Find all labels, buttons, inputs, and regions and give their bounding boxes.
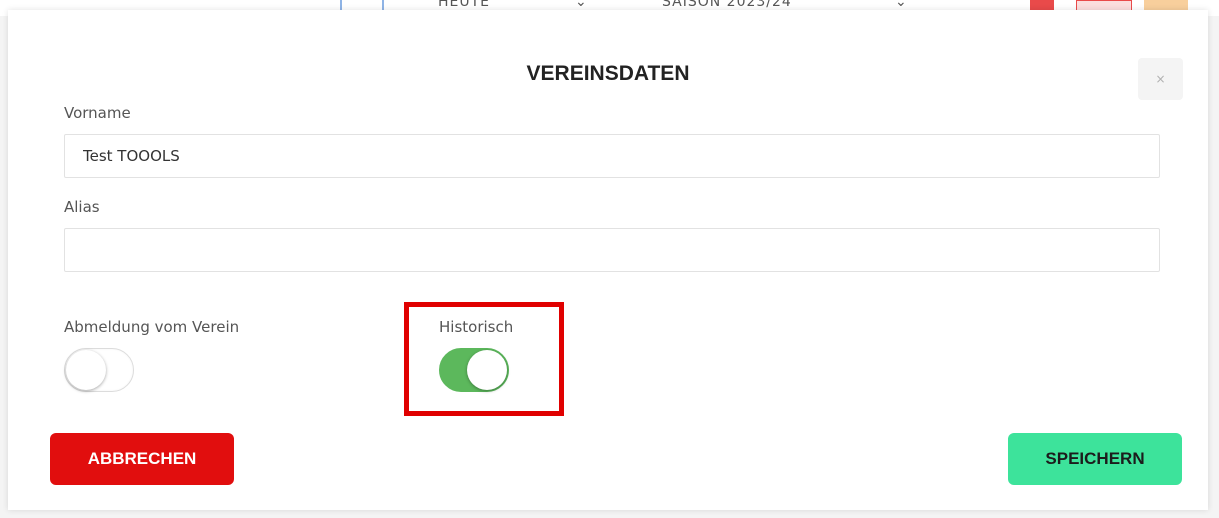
alias-input[interactable] <box>64 228 1160 272</box>
abmeldung-label: Abmeldung vom Verein <box>64 318 240 336</box>
close-button[interactable]: × <box>1138 58 1183 100</box>
abmeldung-toggle[interactable] <box>64 348 134 392</box>
modal-title: VEREINSDATEN <box>526 62 690 85</box>
historisch-label: Historisch <box>439 318 514 336</box>
historisch-toggle[interactable] <box>439 348 509 392</box>
toggle-knob <box>66 350 106 390</box>
cancel-button[interactable]: ABBRECHEN <box>50 433 234 485</box>
vorname-label: Vorname <box>64 104 131 122</box>
bg-date-text: HEUTE <box>438 0 491 10</box>
vereinsdaten-modal: VEREINSDATEN × Vorname Alias Abmeldung v… <box>8 10 1208 510</box>
chevron-down-icon: ⌄ <box>895 0 908 10</box>
close-icon: × <box>1155 72 1166 86</box>
alias-label: Alias <box>64 198 100 216</box>
toggle-knob <box>467 350 507 390</box>
bg-orange-chip <box>1144 0 1188 10</box>
bg-season-text: SAISON 2023/24 <box>662 0 792 10</box>
bg-control <box>340 0 384 10</box>
chevron-down-icon: ⌄ <box>575 0 588 10</box>
vorname-input[interactable] <box>64 134 1160 178</box>
bg-red-chip <box>1030 0 1054 10</box>
save-button[interactable]: SPEICHERN <box>1008 433 1182 485</box>
